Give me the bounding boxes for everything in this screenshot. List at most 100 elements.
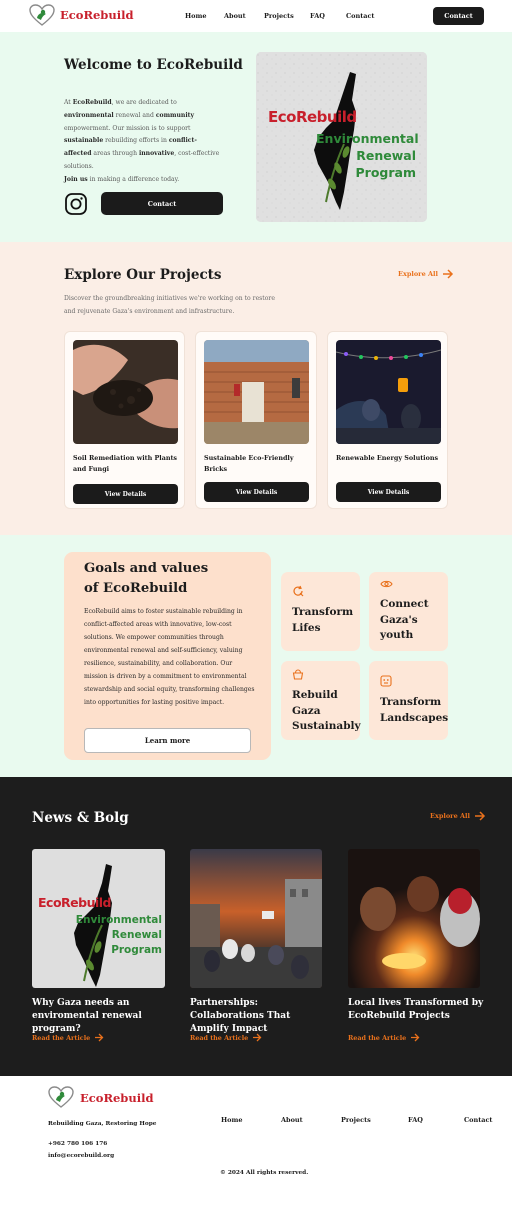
project-card[interactable]: Sustainable Eco-Friendly Bricks View Det… <box>195 331 317 509</box>
article-image-gathering[interactable] <box>190 849 322 988</box>
footer: EcoRebuild Rebuilding Gaza, Restoring Ho… <box>0 1076 512 1207</box>
view-details-button[interactable]: View Details <box>204 482 309 502</box>
brick-house-image <box>204 340 309 444</box>
read-article-label: Read the Article <box>348 1033 407 1042</box>
nav-projects-link[interactable]: Projects <box>264 12 294 20</box>
robot-face-icon <box>380 675 392 687</box>
footer-contact-link[interactable]: Contact <box>464 1116 492 1124</box>
article-title[interactable]: Partnerships: Collaborations That Amplif… <box>190 997 330 1036</box>
article-poster-line-program: Program <box>111 944 162 956</box>
read-article-label: Read the Article <box>190 1033 249 1042</box>
brand-name[interactable]: EcoRebuild <box>60 8 134 22</box>
goal-tile-transform-landscapes: Transform Landscapes <box>369 661 448 740</box>
footer-about-link[interactable]: About <box>281 1116 303 1124</box>
project-card[interactable]: Soil Remediation with Plants and Fungi V… <box>64 331 185 509</box>
projects-title: Explore Our Projects <box>64 267 222 283</box>
read-article-label: Read the Article <box>32 1033 91 1042</box>
refresh-search-icon <box>293 585 304 597</box>
hero-paragraph-segment: empowerment. Our mission is to support <box>64 124 191 132</box>
goals-card: Goals and values of EcoRebuild EcoRebuil… <box>64 552 271 760</box>
learn-more-button[interactable]: Learn more <box>84 728 251 753</box>
footer-home-link[interactable]: Home <box>221 1116 243 1124</box>
footer-email[interactable]: info@ecorebuild.org <box>48 1153 114 1159</box>
hero-poster-image: EcoRebuild Environmental Renewal Program <box>256 52 427 222</box>
projects-description: Discover the groundbreaking initiatives … <box>64 295 275 315</box>
goal-tile-rebuild-gaza: Rebuild Gaza Sustainably <box>281 661 361 740</box>
article-image-poster[interactable]: EcoRebuild Environmental Renewal Program <box>32 849 165 988</box>
hero-paragraph-bold: EcoRebuild <box>72 99 112 106</box>
projects-section: Explore Our Projects Explore All Discove… <box>0 242 512 535</box>
hero-paragraph-segment: renewal and <box>113 111 156 119</box>
goals-paragraph: EcoRebuild aims to foster sustainable re… <box>84 608 255 706</box>
article-image-fire[interactable] <box>348 849 480 988</box>
news-section: News & Bolg Explore All EcoRebuild Envir… <box>0 777 512 1076</box>
nav-about-link[interactable]: About <box>224 12 246 20</box>
soil-hands-image <box>73 340 178 444</box>
read-article-link[interactable]: Read the Article <box>348 1033 420 1042</box>
goal-tile-transform-lifes: Transform Lifes <box>281 572 360 651</box>
instagram-icon[interactable] <box>64 192 88 220</box>
poster-subtitle: Environmental Renewal Program <box>316 130 419 181</box>
project-card[interactable]: Renewable Energy Solutions View Details <box>327 331 448 509</box>
project-card-title: Renewable Energy Solutions <box>336 454 439 462</box>
goals-title: Goals and values of EcoRebuild <box>84 559 208 599</box>
poster-line-environmental: Environmental <box>316 131 419 146</box>
arrow-right-icon <box>253 1033 262 1042</box>
read-article-link[interactable]: Read the Article <box>32 1033 104 1042</box>
goal-tile-label: Transform Landscapes <box>380 696 449 724</box>
goals-title-line1: Goals and values <box>84 561 209 576</box>
arrow-right-icon <box>442 269 454 279</box>
hero-join-rest: in making a difference today. <box>87 175 180 183</box>
footer-logo-heart-icon[interactable] <box>48 1086 74 1112</box>
nav-faq-link[interactable]: FAQ <box>310 12 325 20</box>
hero-paragraph-bold: environmental <box>64 111 114 119</box>
article-poster-line-environmental: Environmental <box>75 914 162 926</box>
article-title[interactable]: Local lives Transformed by EcoRebuild Pr… <box>348 997 488 1023</box>
hero-paragraph-segment: areas through <box>91 150 139 158</box>
goal-tile-connect-youth: Connect Gaza's youth <box>369 572 448 651</box>
news-title: News & Bolg <box>32 810 129 826</box>
goal-tile-label: Connect Gaza's youth <box>380 598 429 641</box>
nav-home-link[interactable]: Home <box>185 12 207 20</box>
hero-contact-button[interactable]: Contact <box>101 192 223 215</box>
goals-section: Goals and values of EcoRebuild EcoRebuil… <box>0 535 512 777</box>
poster-line-program: Program <box>355 165 417 180</box>
logo-heart-icon[interactable] <box>29 4 55 30</box>
article-poster-line-renewal: Renewal <box>111 929 162 941</box>
article-title[interactable]: Why Gaza needs an enviromental renewal p… <box>32 997 172 1036</box>
footer-faq-link[interactable]: FAQ <box>408 1116 423 1124</box>
hero-title: Welcome to EcoRebuild <box>64 57 243 73</box>
footer-tagline: Rebuilding Gaza, Restoring Hope <box>48 1121 157 1127</box>
news-explore-all-link[interactable]: Explore All <box>430 811 486 821</box>
footer-phone[interactable]: +962 780 106 176 <box>48 1141 107 1147</box>
arrow-right-icon <box>411 1033 420 1042</box>
view-details-button[interactable]: View Details <box>73 484 178 504</box>
article-poster-subtitle: Environmental Renewal Program <box>62 913 162 958</box>
poster-line-renewal: Renewal <box>356 148 416 163</box>
goal-tile-label: Transform Lifes <box>292 606 354 634</box>
night-lights-image <box>336 340 441 444</box>
projects-explore-all-label: Explore All <box>398 270 438 278</box>
nav-contact-link[interactable]: Contact <box>346 12 374 20</box>
hero-join-bold: Join us <box>64 175 88 183</box>
hero-paragraph-bold: innovative <box>138 150 175 158</box>
footer-projects-link[interactable]: Projects <box>341 1116 371 1124</box>
hero-paragraph-bold: sustainable <box>64 137 104 145</box>
goals-title-line2: of EcoRebuild <box>84 581 188 596</box>
project-card-title: Sustainable Eco-Friendly Bricks <box>204 454 294 473</box>
project-card-title: Soil Remediation with Plants and Fungi <box>73 454 178 473</box>
arrow-right-icon <box>474 811 486 821</box>
view-details-button[interactable]: View Details <box>336 482 441 502</box>
poster-title: EcoRebuild <box>268 108 357 126</box>
article-poster-title: EcoRebuild <box>38 895 112 910</box>
footer-brand-name[interactable]: EcoRebuild <box>80 1091 154 1105</box>
top-nav: EcoRebuild Home About Projects FAQ Conta… <box>0 0 512 32</box>
hero-paragraph-text: At EcoRebuild, we are dedicated to envir… <box>64 99 219 170</box>
hero-paragraph-segment: rebuilding efforts in <box>103 137 169 145</box>
hero-paragraph-segment: , we are dedicated to <box>111 99 177 106</box>
eye-icon <box>380 580 393 588</box>
nav-contact-button[interactable]: Contact <box>433 7 484 25</box>
projects-explore-all-link[interactable]: Explore All <box>398 269 454 279</box>
read-article-link[interactable]: Read the Article <box>190 1033 262 1042</box>
hero-paragraph: At EcoRebuild, we are dedicated to envir… <box>64 97 224 187</box>
